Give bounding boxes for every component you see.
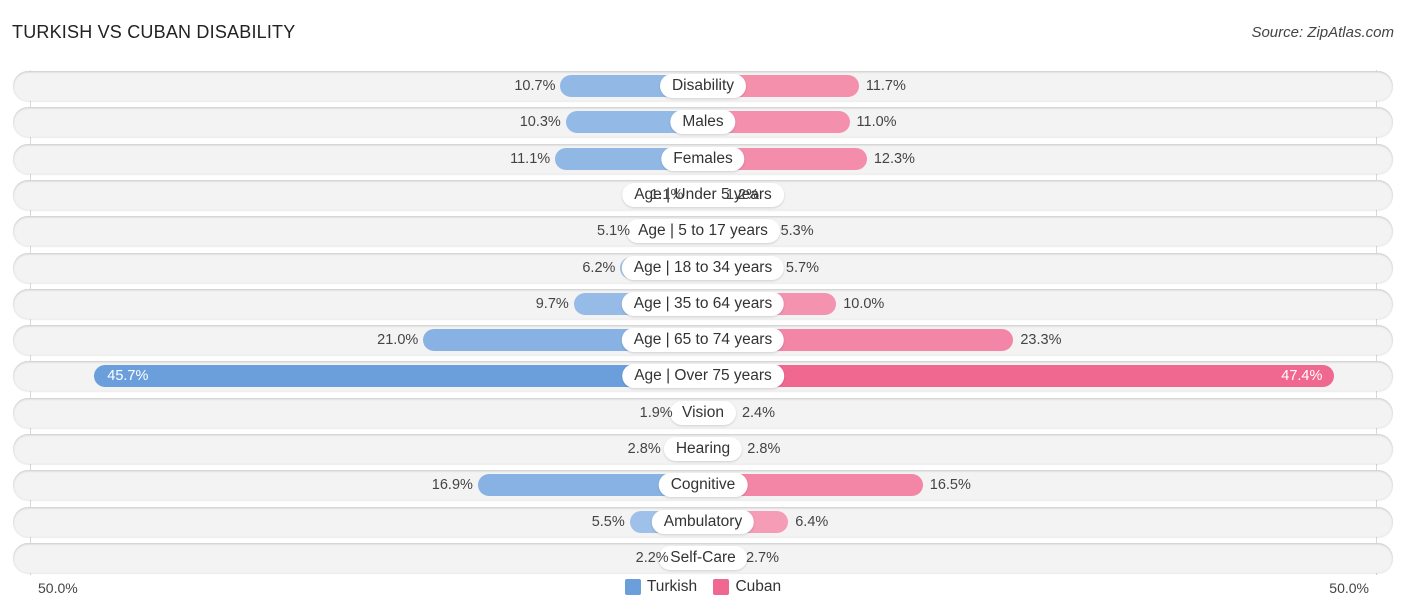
- value-label-turkish-males: 10.3%: [519, 114, 561, 131]
- value-label-cuban-age-over-75-years: 47.4%: [1281, 368, 1323, 385]
- value-label-cuban-self-care: 2.7%: [745, 549, 780, 566]
- value-label-turkish-hearing: 2.8%: [627, 441, 661, 457]
- legend-swatch-turkish: [624, 579, 641, 595]
- value-label-cuban-disability: 11.7%: [865, 78, 906, 94]
- diverging-bar-chart: Disability 10.7% 11.7% Males 10.3% 11.0% Femal…: [0, 0, 1406, 612]
- category-label-age-under-5-years: Age | Under 5 years: [622, 182, 784, 207]
- value-label-cuban-age-35-to-64-years: 10.0%: [843, 295, 885, 312]
- value-label-cuban-hearing: 2.8%: [747, 441, 781, 457]
- value-label-turkish-age-18-to-34-years: 6.2%: [582, 259, 616, 276]
- value-label-cuban-age-under-5-years: 1.2%: [725, 186, 760, 203]
- value-label-turkish-age-65-to-74-years: 21.0%: [377, 332, 419, 349]
- category-label-self-care: Self-Care: [658, 545, 748, 570]
- value-label-turkish-cognitive: 16.9%: [431, 477, 473, 494]
- legend-swatch-cuban: [713, 579, 730, 595]
- value-label-turkish-age-over-75-years: 45.7%: [107, 368, 149, 385]
- legend: Turkish Cuban: [0, 578, 1406, 600]
- bar-turkish-age-over-75-years[interactable]: [94, 365, 703, 388]
- category-label-age-5-to-17-years: Age | 5 to 17 years: [626, 219, 780, 244]
- value-label-cuban-cognitive: 16.5%: [929, 477, 971, 494]
- value-label-cuban-age-18-to-34-years: 5.7%: [785, 259, 819, 276]
- category-label-females: Females: [661, 146, 745, 171]
- category-label-age-35-to-64-years: Age | 35 to 64 years: [621, 291, 785, 316]
- bar-cuban-age-over-75-years[interactable]: [703, 365, 1335, 388]
- value-label-cuban-age-65-to-74-years: 23.3%: [1020, 332, 1062, 349]
- value-label-cuban-females: 12.3%: [873, 150, 915, 167]
- legend-item-cuban[interactable]: Cuban: [713, 578, 781, 596]
- value-label-turkish-age-5-to-17-years: 5.1%: [597, 223, 631, 240]
- value-label-turkish-age-35-to-64-years: 9.7%: [535, 295, 569, 312]
- legend-label-cuban: Cuban: [735, 578, 782, 595]
- legend-label-turkish: Turkish: [646, 578, 698, 595]
- category-label-cognitive: Cognitive: [658, 473, 748, 498]
- value-label-cuban-ambulatory: 6.4%: [795, 513, 829, 530]
- category-label-age-65-to-74-years: Age | 65 to 74 years: [621, 328, 785, 353]
- value-label-turkish-ambulatory: 5.5%: [591, 513, 625, 530]
- value-label-cuban-males: 11.0%: [856, 114, 897, 131]
- value-label-turkish-vision: 1.9%: [639, 404, 673, 421]
- category-label-males: Males: [670, 110, 736, 135]
- category-label-age-18-to-34-years: Age | 18 to 34 years: [621, 255, 785, 280]
- category-label-vision: Vision: [670, 400, 736, 425]
- category-label-ambulatory: Ambulatory: [651, 509, 755, 534]
- value-label-turkish-self-care: 2.2%: [635, 549, 669, 566]
- value-label-cuban-vision: 2.4%: [741, 404, 776, 421]
- category-label-age-over-75-years: Age | Over 75 years: [622, 364, 784, 389]
- legend-item-turkish[interactable]: Turkish: [624, 578, 698, 596]
- category-label-hearing: Hearing: [663, 437, 743, 461]
- value-label-turkish-disability: 10.7%: [514, 78, 556, 94]
- value-label-turkish-age-under-5-years: 1.1%: [650, 186, 684, 203]
- value-label-cuban-age-5-to-17-years: 5.3%: [780, 223, 814, 240]
- category-label-disability: Disability: [659, 74, 747, 98]
- value-label-turkish-females: 11.1%: [510, 150, 551, 167]
